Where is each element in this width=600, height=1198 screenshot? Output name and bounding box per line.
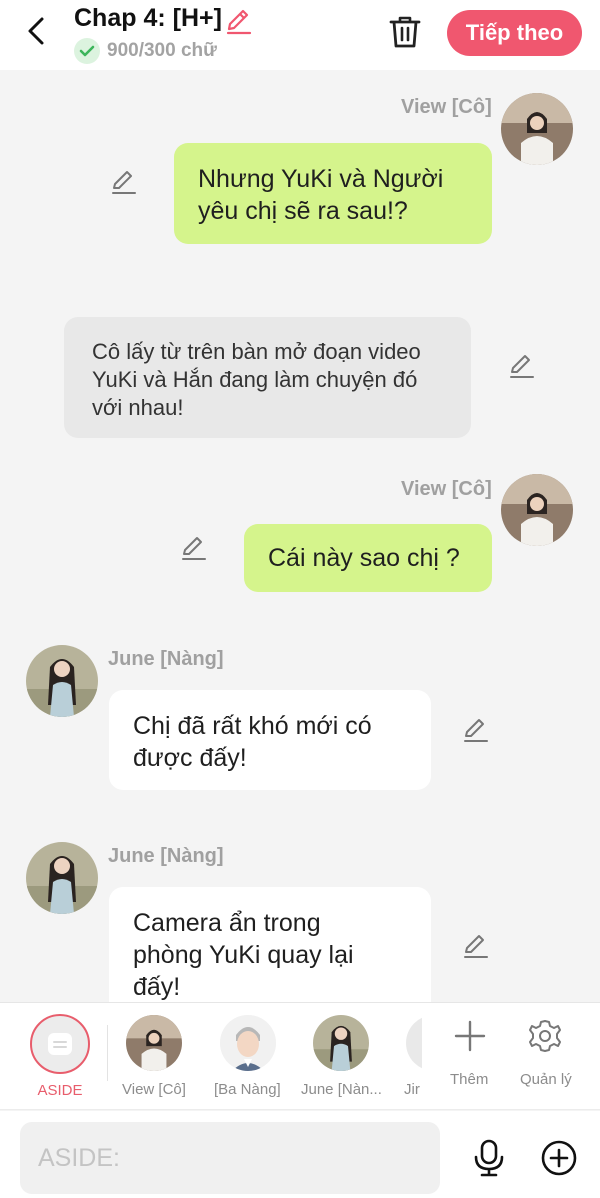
message-text-line: YuKi và Hắn đang làm chuyện đó <box>92 367 418 392</box>
pencil-icon[interactable] <box>180 534 208 562</box>
message-text-line: được đấy! <box>133 744 247 772</box>
avatar-june <box>26 842 98 914</box>
avatar-view <box>501 474 573 546</box>
message-bubble[interactable]: Cái này sao chị ? <box>244 524 492 592</box>
character-label: Jir <box>404 1081 420 1098</box>
add-circle-icon[interactable] <box>540 1139 578 1177</box>
composer <box>0 1111 600 1198</box>
message-text-line: Cô lấy từ trên bàn mở đoạn video <box>92 339 421 364</box>
avatar <box>313 1015 369 1071</box>
character-label: ASIDE <box>37 1082 83 1099</box>
message-text-line: Camera ẩn trong <box>133 909 321 937</box>
sender-name: View [Cô] <box>401 96 492 118</box>
pencil-icon[interactable] <box>224 6 254 36</box>
message-icon[interactable] <box>30 1014 90 1074</box>
character-jir[interactable]: Jir <box>402 1003 422 1111</box>
message-text-line: Nhưng YuKi và Người <box>198 165 444 193</box>
message-text-line: phòng YuKi quay lại <box>133 941 354 969</box>
trash-icon[interactable] <box>388 14 422 50</box>
pencil-icon[interactable] <box>110 168 138 196</box>
sender-name: View [Cô] <box>401 478 492 500</box>
sender-name: June [Nàng] <box>108 648 224 670</box>
message-text-line: Chị đã rất khó mới có <box>133 712 372 740</box>
message-text-line: với nhau! <box>92 395 184 420</box>
avatar-june <box>26 645 98 717</box>
message-bubble[interactable]: Camera ẩn trong phòng YuKi quay lại đấy! <box>109 887 431 1002</box>
gear-icon[interactable] <box>527 1018 563 1054</box>
message-text-line: Cái này sao chị ? <box>268 544 460 572</box>
message-bubble[interactable]: Nhưng YuKi và Người yêu chị sẽ ra sau!? <box>174 143 492 244</box>
next-button[interactable]: Tiếp theo <box>447 10 582 56</box>
character-selector: ASIDE View [Cô] [Ba Nàng] June [Nàn... J… <box>0 1002 600 1110</box>
avatar <box>220 1015 276 1071</box>
plus-icon[interactable] <box>453 1019 487 1053</box>
character-ba-nang[interactable]: [Ba Nàng] <box>214 1003 282 1111</box>
tool-label: Thêm <box>450 1071 489 1088</box>
divider <box>107 1025 108 1081</box>
pencil-icon[interactable] <box>462 716 490 744</box>
avatar <box>126 1015 182 1071</box>
character-label: View [Cô] <box>122 1081 186 1098</box>
character-view[interactable]: View [Cô] <box>120 1003 188 1111</box>
character-label: June [Nàn... <box>301 1081 382 1098</box>
tool-label: Quản lý <box>520 1071 572 1088</box>
narration-bubble[interactable]: Cô lấy từ trên bàn mở đoạn video YuKi và… <box>64 317 471 438</box>
avatar-view <box>501 93 573 165</box>
character-june[interactable]: June [Nàn... <box>301 1003 383 1111</box>
message-text-line: đấy! <box>133 973 181 1001</box>
microphone-icon[interactable] <box>470 1138 508 1178</box>
chapter-title[interactable]: Chap 4: [H+] <box>74 4 222 33</box>
message-input[interactable] <box>20 1122 440 1194</box>
message-text-line: yêu chị sẽ ra sau!? <box>198 197 408 225</box>
chat-area[interactable]: View [Cô] Nhưng YuKi và Người yêu chị sẽ… <box>0 70 600 1002</box>
character-label: [Ba Nàng] <box>214 1081 281 1098</box>
check-icon <box>74 38 100 64</box>
pencil-icon[interactable] <box>462 932 490 960</box>
word-count: 900/300 chữ <box>107 40 217 61</box>
message-bubble[interactable]: Chị đã rất khó mới có được đấy! <box>109 690 431 790</box>
pencil-icon[interactable] <box>508 352 536 380</box>
back-arrow-icon[interactable] <box>22 14 52 48</box>
sender-name: June [Nàng] <box>108 845 224 867</box>
avatar <box>406 1015 422 1071</box>
top-bar: Chap 4: [H+] 900/300 chữ Tiếp theo <box>0 0 600 70</box>
